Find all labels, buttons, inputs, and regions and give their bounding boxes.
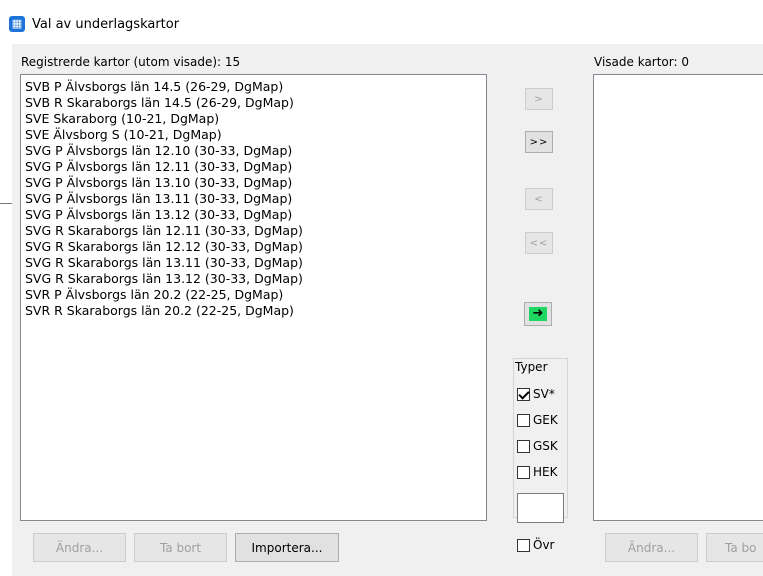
- list-item[interactable]: SVE Skaraborg (10-21, DgMap): [21, 111, 486, 127]
- list-item[interactable]: SVG P Älvsborgs län 12.11 (30-33, DgMap): [21, 159, 486, 175]
- hek-checkbox-row[interactable]: HEK: [517, 463, 557, 481]
- list-item[interactable]: SVG P Älvsborgs län 13.11 (30-33, DgMap): [21, 191, 486, 207]
- list-item[interactable]: SVG R Skaraborgs län 12.12 (30-33, DgMap…: [21, 239, 486, 255]
- move-left-button[interactable]: <: [525, 188, 553, 210]
- list-item[interactable]: SVG P Älvsborgs län 13.12 (30-33, DgMap): [21, 207, 486, 223]
- list-item[interactable]: SVE Älvsborg S (10-21, DgMap): [21, 127, 486, 143]
- arrow-right-icon: ➜: [529, 307, 547, 321]
- shown-maps-list[interactable]: [593, 74, 763, 521]
- right-edit-button[interactable]: Ändra...: [605, 533, 698, 562]
- edit-button[interactable]: Ändra...: [33, 533, 126, 562]
- move-right-button[interactable]: >: [525, 88, 553, 110]
- gsk-checkbox-row[interactable]: GSK: [517, 437, 558, 455]
- shown-maps-label: Visade kartor: 0: [594, 55, 689, 69]
- list-item[interactable]: SVG R Skaraborgs län 13.12 (30-33, DgMap…: [21, 271, 486, 287]
- gsk-checkbox[interactable]: [517, 439, 530, 453]
- gsk-checkbox-label: GSK: [533, 439, 558, 453]
- window-title: Val av underlagskartor: [32, 17, 180, 32]
- move-all-right-button[interactable]: >>: [525, 131, 553, 153]
- ovr-checkbox[interactable]: [517, 538, 530, 552]
- apply-button[interactable]: ➜: [524, 302, 552, 326]
- move-all-left-button[interactable]: <<: [525, 232, 553, 254]
- checkmark-icon: [518, 387, 530, 400]
- registered-maps-list[interactable]: SVB P Älvsborgs län 14.5 (26-29, DgMap) S…: [20, 74, 487, 521]
- remove-button[interactable]: Ta bort: [134, 533, 227, 562]
- right-remove-button[interactable]: Ta bo: [706, 533, 763, 562]
- hek-checkbox[interactable]: [517, 465, 530, 479]
- registered-maps-label: Registrerde kartor (utom visade): 15: [21, 55, 241, 69]
- app-map-icon: ▦: [9, 16, 25, 32]
- custom-type-input[interactable]: [517, 493, 564, 523]
- types-label: Typer: [515, 360, 548, 374]
- window-edge-divider: [0, 203, 12, 204]
- list-item[interactable]: SVB P Älvsborgs län 14.5 (26-29, DgMap): [21, 79, 486, 95]
- ovr-checkbox-label: Övr: [533, 538, 555, 552]
- sv-checkbox[interactable]: [517, 387, 530, 401]
- gek-checkbox[interactable]: [517, 413, 530, 427]
- list-item[interactable]: SVG P Älvsborgs län 12.10 (30-33, DgMap): [21, 143, 486, 159]
- list-item[interactable]: SVG R Skaraborgs län 12.11 (30-33, DgMap…: [21, 223, 486, 239]
- sv-checkbox-row[interactable]: SV*: [517, 385, 555, 403]
- list-item[interactable]: SVR R Skaraborgs län 20.2 (22-25, DgMap): [21, 303, 486, 319]
- gek-checkbox-label: GEK: [533, 413, 558, 427]
- sv-checkbox-label: SV*: [533, 387, 555, 401]
- list-item[interactable]: SVG P Älvsborgs län 13.10 (30-33, DgMap): [21, 175, 486, 191]
- list-item[interactable]: SVR P Älvsborgs län 20.2 (22-25, DgMap): [21, 287, 486, 303]
- list-item[interactable]: SVG R Skaraborgs län 13.11 (30-33, DgMap…: [21, 255, 486, 271]
- gek-checkbox-row[interactable]: GEK: [517, 411, 558, 429]
- list-item[interactable]: SVB R Skaraborgs län 14.5 (26-29, DgMap): [21, 95, 486, 111]
- import-button[interactable]: Importera...: [235, 533, 339, 562]
- hek-checkbox-label: HEK: [533, 465, 558, 479]
- ovr-checkbox-row[interactable]: Övr: [517, 536, 554, 554]
